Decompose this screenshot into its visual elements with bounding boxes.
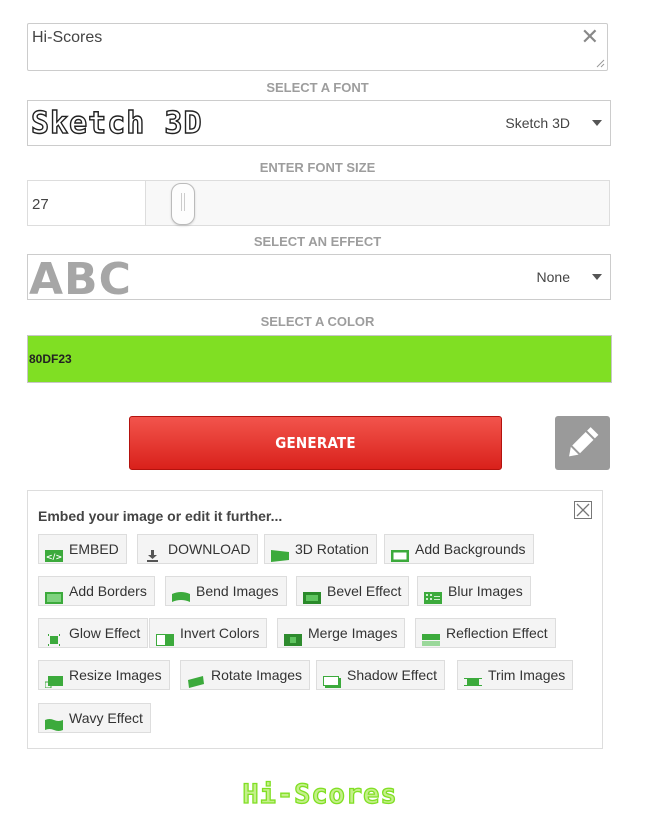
font-section-label: SELECT A FONT: [266, 80, 369, 95]
reflection-effect-button[interactable]: Reflection Effect: [415, 618, 556, 648]
merge-icon: [284, 627, 302, 647]
glow-effect-button[interactable]: Glow Effect: [38, 618, 149, 648]
bevel-effect-button[interactable]: Bevel Effect: [296, 576, 410, 606]
generated-image-preview: Hi-Scores: [242, 778, 398, 810]
wavy-effect-button[interactable]: Wavy Effect: [38, 703, 151, 733]
embed-button[interactable]: </> EMBED: [38, 534, 127, 564]
text-input-value[interactable]: Hi-Scores: [32, 29, 102, 47]
font-size-slider-thumb[interactable]: [171, 183, 195, 225]
text-input[interactable]: Hi-Scores ✕: [27, 23, 608, 71]
generate-button[interactable]: GENERATE: [129, 416, 502, 470]
edit-button[interactable]: [555, 416, 610, 470]
rotation-3d-icon: [271, 543, 289, 563]
chevron-down-icon: [592, 120, 602, 126]
merge-images-button[interactable]: Merge Images: [277, 618, 406, 648]
close-icon[interactable]: ✕: [581, 25, 599, 49]
blur-icon: [424, 585, 442, 605]
font-size-input[interactable]: 27: [28, 181, 146, 225]
wavy-icon: [45, 712, 63, 732]
size-section-label: ENTER FONT SIZE: [259, 160, 376, 175]
rotate-images-button[interactable]: Rotate Images: [180, 660, 311, 690]
download-icon: [144, 543, 162, 563]
effect-section-label: SELECT AN EFFECT: [253, 234, 382, 249]
rotation-3d-button[interactable]: 3D Rotation: [264, 534, 377, 564]
blur-images-button[interactable]: Blur Images: [417, 576, 531, 606]
border-icon: [45, 585, 63, 605]
resize-icon: [44, 669, 63, 689]
background-icon: [391, 543, 409, 563]
embed-heading: Embed your image or edit it further...: [38, 508, 283, 524]
color-section-label: SELECT A COLOR: [260, 314, 375, 329]
close-box-icon[interactable]: [574, 501, 592, 519]
font-preview: Sketch 3D: [30, 105, 203, 141]
resize-images-button[interactable]: Resize Images: [38, 660, 170, 690]
embed-panel: Embed your image or edit it further... <…: [27, 490, 603, 749]
rotate-icon: [187, 669, 205, 689]
resize-grip-icon[interactable]: [596, 59, 605, 68]
download-button[interactable]: DOWNLOAD: [137, 534, 259, 564]
invert-colors-button[interactable]: Invert Colors: [149, 618, 268, 648]
color-hex-value[interactable]: 80DF23: [29, 352, 72, 366]
add-backgrounds-button[interactable]: Add Backgrounds: [384, 534, 534, 564]
effect-preview: ABC: [29, 254, 132, 305]
bend-icon: [172, 585, 190, 603]
trim-icon: [464, 669, 482, 687]
pencil-icon: [569, 427, 599, 457]
embed-code-icon: </>: [45, 543, 63, 563]
font-select[interactable]: Sketch 3D Sketch 3D: [27, 100, 611, 146]
font-size-slider-track[interactable]: [146, 181, 609, 225]
effect-select-value: None: [536, 269, 570, 285]
shadow-effect-button[interactable]: Shadow Effect: [316, 660, 446, 690]
bend-images-button[interactable]: Bend Images: [165, 576, 287, 606]
bevel-icon: [303, 585, 321, 605]
reflection-icon: [422, 627, 440, 647]
glow-icon: [45, 627, 63, 647]
add-borders-button[interactable]: Add Borders: [38, 576, 155, 606]
svg-text:</>: </>: [46, 553, 62, 562]
generated-text: Hi-Scores: [242, 779, 397, 810]
invert-icon: [156, 627, 174, 647]
font-size-control: 27: [27, 180, 610, 226]
shadow-icon: [323, 669, 341, 689]
chevron-down-icon: [592, 274, 602, 280]
color-picker-field[interactable]: 80DF23: [27, 335, 612, 383]
font-size-value[interactable]: 27: [32, 196, 49, 213]
font-select-value: Sketch 3D: [505, 115, 570, 131]
trim-images-button[interactable]: Trim Images: [457, 660, 574, 690]
effect-select[interactable]: ABC None: [27, 254, 611, 305]
